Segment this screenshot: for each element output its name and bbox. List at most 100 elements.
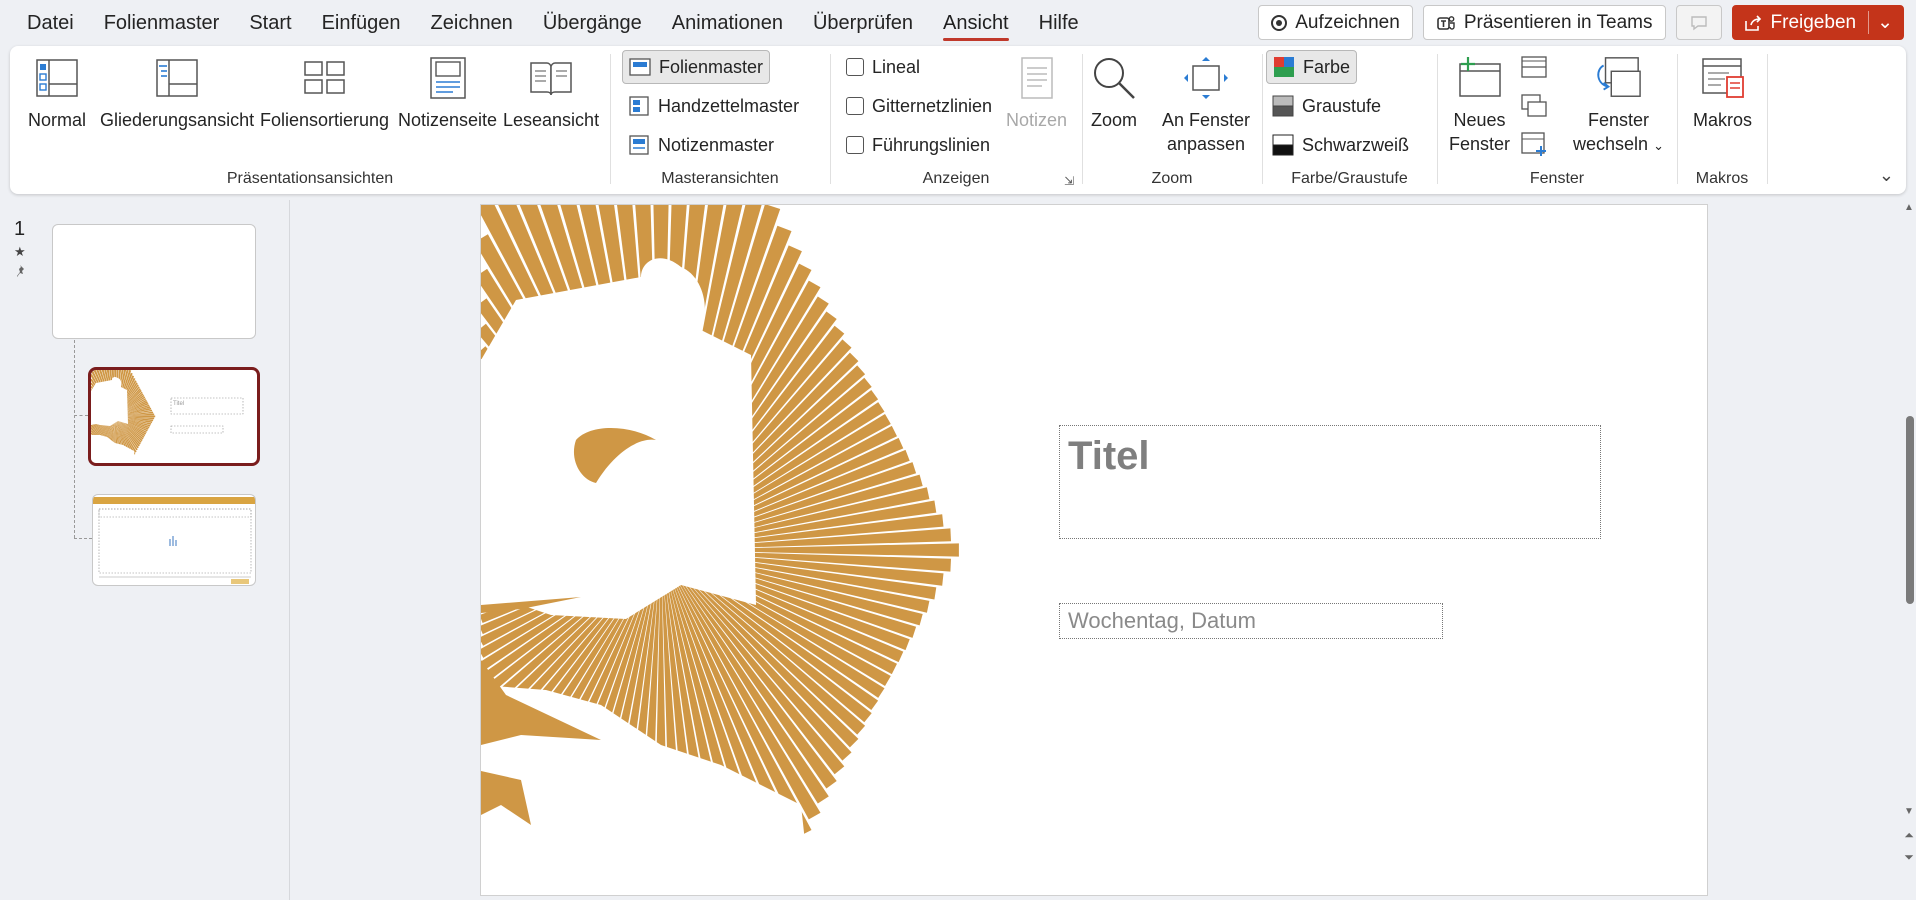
tab-uebergaenge[interactable]: Übergänge [528,0,657,46]
share-button[interactable]: Freigeben ⌄ [1731,5,1904,40]
menu-tabs: Datei Folienmaster Start Einfügen Zeichn… [12,0,1094,46]
ruler-checkbox-box[interactable] [846,58,864,76]
share-dropdown-chevron-icon[interactable]: ⌄ [1868,11,1893,34]
slide-sorter-button[interactable]: Foliensortierung [260,54,389,132]
normal-view-label: Normal [28,110,87,130]
guides-checkbox-box[interactable] [846,136,864,154]
notes-master-label: Notizenmaster [658,134,775,155]
record-label: Aufzeichnen [1295,11,1400,33]
title-layout-preview: Titel [91,370,244,463]
reading-view-button[interactable]: Leseansicht [503,54,599,132]
guides-label: Führungslinien [872,134,991,155]
grayscale-label: Graustufe [1302,95,1382,116]
switch-window-button[interactable]: Fenster wechseln ⌄ [1573,54,1664,158]
menu-actions: Aufzeichnen Präsentieren in Teams Freige… [1258,5,1904,40]
slide-master-button[interactable]: Folienmaster [622,50,771,84]
notes-page-button[interactable]: Notizenseite [398,54,497,132]
slide-canvas[interactable]: Titel Wochentag, Datum [480,204,1708,896]
handout-master-label: Handzettelmaster [658,95,800,116]
macros-button[interactable]: Makros [1693,54,1752,132]
scroll-down-arrow-icon[interactable]: ▼ [1902,806,1916,817]
next-slide-icon[interactable]: ⏷ [1902,850,1916,865]
content-layout-preview [93,497,255,584]
handout-master-button[interactable]: Handzettelmaster [622,89,805,123]
tab-einfuegen[interactable]: Einfügen [307,0,416,46]
ribbon: Normal Gliederungsansicht Foliensortieru… [10,46,1906,194]
comments-button[interactable] [1675,5,1722,40]
tab-hilfe[interactable]: Hilfe [1024,0,1094,46]
new-window-label-line1: Neues [1453,110,1506,130]
gridlines-checkbox-box[interactable] [846,97,864,115]
svg-text:Titel: Titel [173,401,184,407]
tab-datei[interactable]: Datei [12,0,89,46]
slide-number: 1 [14,218,26,240]
gridlines-checkbox[interactable]: Gitternetzlinien [840,89,998,123]
macros-icon [1699,54,1747,102]
content-layout-thumbnail[interactable] [92,494,256,586]
present-in-teams-button[interactable]: Präsentieren in Teams [1422,5,1666,40]
handout-master-icon [629,96,649,116]
master-slide-thumbnail[interactable] [52,224,256,339]
normal-view-button[interactable]: Normal [28,54,86,132]
grayscale-button[interactable]: Graustufe [1266,89,1387,123]
slide-sorter-label: Foliensortierung [260,110,390,130]
group-label-macros: Makros [1695,170,1749,187]
date-placeholder-text: Wochentag, Datum [1068,608,1256,633]
comment-icon [1690,15,1707,30]
scrollbar-thumb[interactable] [1906,416,1914,604]
lion-artwork-mini [91,370,156,463]
color-button[interactable]: Farbe [1266,50,1358,84]
move-split-icon[interactable] [1521,132,1549,163]
previous-slide-icon[interactable]: ⏶ [1902,828,1916,843]
fit-to-window-icon [1182,54,1230,102]
title-placeholder-text: Titel [1068,434,1150,478]
group-show: Lineal Gitternetzlinien Führungslinien N… [830,46,1082,194]
notes-page-icon [424,54,472,102]
ruler-label: Lineal [872,56,921,77]
group-label-color-grayscale: Farbe/Graustufe [1291,170,1408,187]
slide-master-icon [629,58,651,76]
collapse-ribbon-chevron-icon[interactable]: ⌄ [1879,165,1894,186]
tab-start[interactable]: Start [234,0,306,46]
pane-divider [289,200,290,900]
fit-to-window-label-line1: An Fenster [1162,110,1251,130]
cascade-icon[interactable] [1521,94,1547,123]
group-label-presentation-views: Präsentationsansichten [226,170,394,187]
black-white-button[interactable]: Schwarzweiß [1266,128,1415,162]
tab-animationen[interactable]: Animationen [657,0,798,46]
grayscale-icon [1272,95,1294,117]
tree-connector-line [74,340,75,538]
fit-to-window-button[interactable]: An Fenster anpassen [1162,54,1250,156]
guides-checkbox[interactable]: Führungslinien [840,128,996,162]
notes-master-icon [629,135,649,155]
tab-ansicht[interactable]: Ansicht [928,0,1024,46]
switch-window-icon [1594,54,1642,102]
new-window-icon [1456,54,1504,102]
zoom-label: Zoom [1090,110,1137,130]
record-button[interactable]: Aufzeichnen [1258,5,1413,40]
arrange-all-icon[interactable] [1521,56,1547,83]
date-placeholder[interactable]: Wochentag, Datum [1059,603,1443,639]
vertical-scrollbar[interactable]: ▲ ▼ ⏶ ⏷ [1902,200,1916,900]
scroll-up-arrow-icon[interactable]: ▲ [1902,202,1916,213]
tab-zeichnen[interactable]: Zeichnen [416,0,528,46]
tree-connector-line [74,415,88,416]
ruler-checkbox[interactable]: Lineal [840,50,926,84]
show-dialog-launcher-icon[interactable]: ⇲ [1064,174,1078,188]
tab-ueberpruefen[interactable]: Überprüfen [798,0,928,46]
switch-window-label-text: wechseln [1573,134,1649,154]
new-window-button[interactable]: Neues Fenster [1449,54,1510,156]
new-window-label-line2: Fenster [1449,134,1511,154]
zoom-button[interactable]: Zoom [1090,54,1138,132]
color-label: Farbe [1303,56,1351,77]
group-window: Neues Fenster Fenster wechseln ⌄ Fenster [1437,46,1677,194]
notes-button[interactable]: Notizen [1006,54,1067,132]
reading-view-label: Leseansicht [503,110,600,130]
group-label-zoom: Zoom [1151,170,1193,187]
group-master-views: Folienmaster Handzettelmaster Notizenmas… [610,46,830,194]
title-placeholder[interactable]: Titel [1059,425,1601,539]
tab-folienmaster[interactable]: Folienmaster [89,0,235,46]
outline-view-button[interactable]: Gliederungsansicht [100,54,254,132]
title-layout-thumbnail[interactable]: Titel [88,367,260,466]
notes-master-button[interactable]: Notizenmaster [622,128,780,162]
